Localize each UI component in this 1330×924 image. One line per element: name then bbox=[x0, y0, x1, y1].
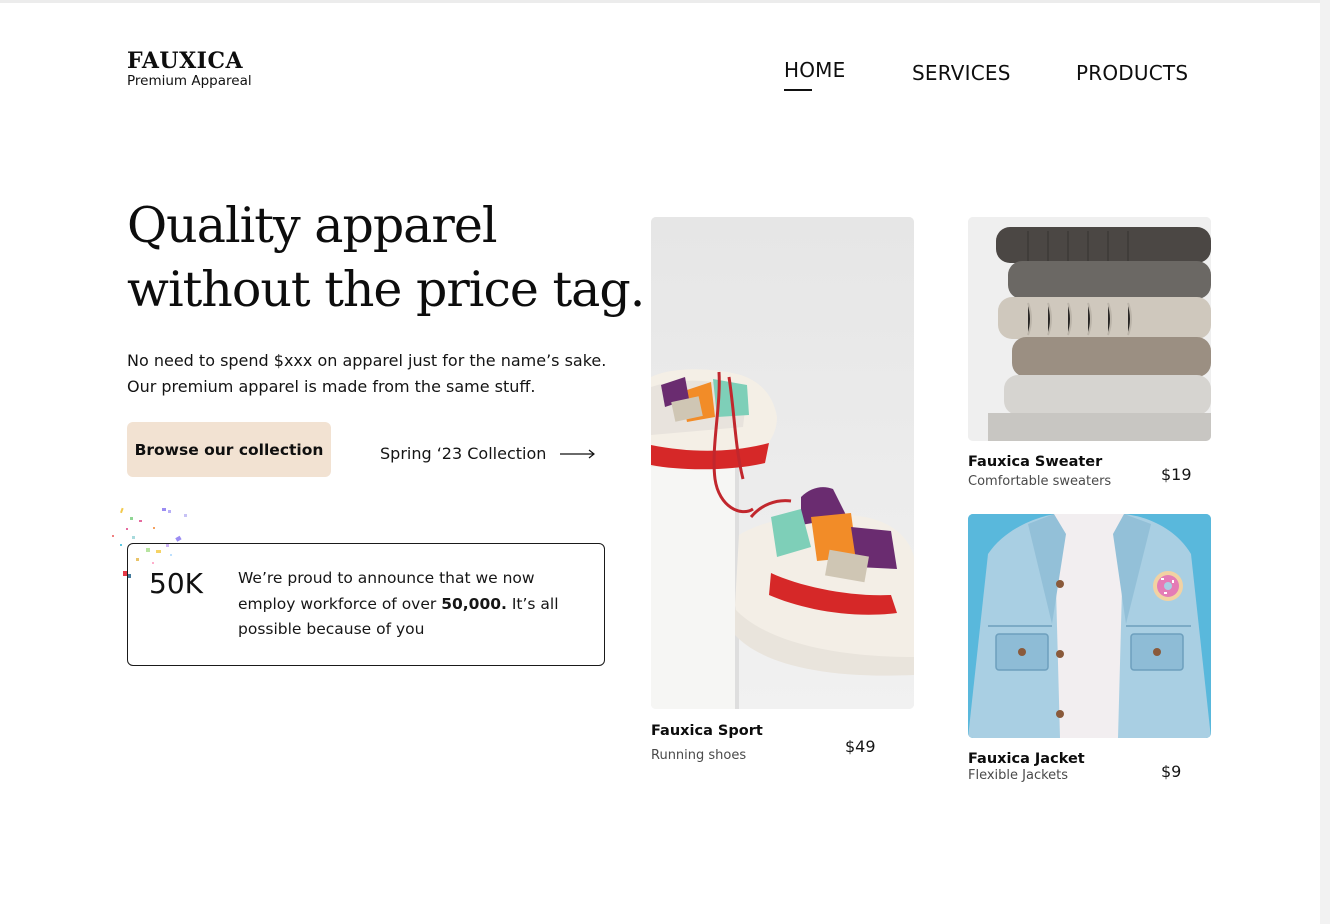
product-price: $19 bbox=[1161, 465, 1192, 484]
hero-desc-line2: Our premium apparel is made from the sam… bbox=[127, 376, 536, 396]
nav-item-products[interactable]: PRODUCTS bbox=[1076, 61, 1188, 85]
product-name[interactable]: Fauxica Sweater bbox=[968, 454, 1102, 470]
product-subtitle: Running shoes bbox=[651, 748, 747, 763]
product-price: $49 bbox=[845, 737, 876, 756]
product-subtitle: Flexible Jackets bbox=[968, 768, 1069, 783]
jacket-image bbox=[968, 514, 1211, 738]
arrow-right-icon bbox=[560, 449, 596, 458]
nav-item-services[interactable]: SERVICES bbox=[912, 61, 1011, 85]
brand-name: FAUXICA bbox=[127, 48, 244, 74]
stat-text: We’re proud to announce that we now empl… bbox=[238, 566, 578, 643]
top-border bbox=[0, 0, 1330, 3]
sneakers-image bbox=[651, 217, 914, 709]
spring-collection-label: Spring ‘23 Collection bbox=[380, 444, 547, 463]
denim-jacket-photo[interactable] bbox=[968, 514, 1211, 738]
scrollbar-track[interactable] bbox=[1320, 0, 1330, 924]
nav-item-home[interactable]: HOME bbox=[784, 58, 845, 82]
brand-logo[interactable]: FAUXICA Premium Appareal bbox=[127, 48, 252, 89]
hero-title-line2: without the price tag. bbox=[127, 261, 645, 318]
hero-description: No need to spend $xxx on apparel just fo… bbox=[127, 348, 627, 399]
spring-collection-link[interactable]: Spring ‘23 Collection bbox=[380, 444, 596, 463]
stat-number: 50K bbox=[149, 567, 203, 600]
workforce-announcement-card: 50K We’re proud to announce that we now … bbox=[127, 543, 605, 666]
hero-desc-line1: No need to spend $xxx on apparel just fo… bbox=[127, 351, 607, 370]
nav-active-indicator bbox=[784, 89, 812, 91]
product-subtitle: Comfortable sweaters bbox=[968, 474, 1112, 489]
browse-collection-button[interactable]: Browse our collection bbox=[127, 422, 331, 477]
brand-tagline: Premium Appareal bbox=[127, 73, 252, 89]
product-name[interactable]: Fauxica Jacket bbox=[968, 751, 1085, 767]
sneakers-photo[interactable] bbox=[651, 217, 914, 709]
hero-title-line1: Quality apparel bbox=[127, 197, 497, 254]
hero-title: Quality apparel without the price tag. bbox=[127, 194, 647, 322]
sweaters-photo[interactable] bbox=[968, 217, 1211, 441]
stat-text-bold: 50,000. bbox=[441, 594, 507, 613]
product-price: $9 bbox=[1161, 762, 1182, 781]
sweaters-image bbox=[968, 217, 1211, 441]
product-name[interactable]: Fauxica Sport bbox=[651, 723, 763, 739]
